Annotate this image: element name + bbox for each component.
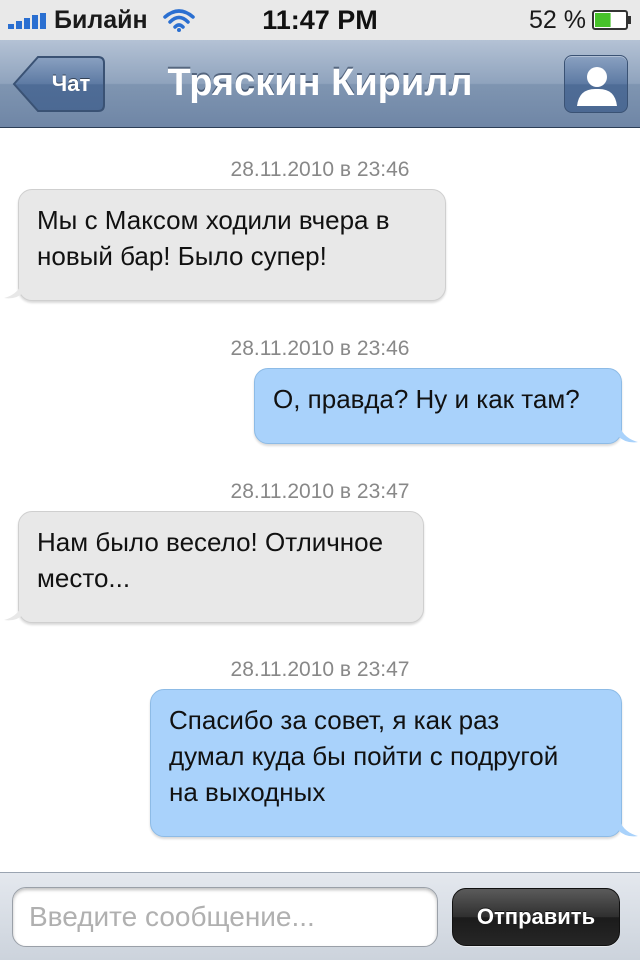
person-icon	[577, 67, 617, 106]
navigation-bar: Чат Тряскин Кирилл	[0, 40, 640, 128]
message-timestamp: 28.11.2010 в 23:46	[230, 337, 410, 360]
battery-icon	[592, 10, 631, 30]
back-button[interactable]: Чат	[12, 55, 106, 113]
message-timestamp: 28.11.2010 в 23:46	[230, 158, 410, 181]
message-line: думал куда бы пойти с подругой	[169, 741, 559, 771]
outgoing-message[interactable]: О, правда? Ну и как там?	[254, 368, 622, 444]
message-timestamp: 28.11.2010 в 23:47	[230, 480, 410, 503]
bubble-tail-icon	[4, 600, 24, 621]
send-button[interactable]: Отправить	[452, 888, 620, 946]
status-bar: Билайн 11:47 PM 52 %	[0, 0, 640, 40]
message-compose-bar: Отправить	[0, 872, 640, 960]
back-button-label: Чат	[51, 71, 91, 96]
outgoing-message[interactable]: Спасибо за совет, я как раз думал куда б…	[150, 689, 622, 837]
message-line: Спасибо за совет, я как раз	[169, 705, 500, 735]
message-line: О, правда? Ну и как там?	[273, 384, 580, 414]
message-input[interactable]	[12, 887, 438, 947]
bubble-tail-icon	[618, 422, 638, 443]
bubble-tail-icon	[4, 278, 24, 299]
contact-button[interactable]	[564, 55, 628, 113]
message-line: на выходных	[169, 777, 326, 807]
conversation[interactable]: 28.11.2010 в 23:46 Мы с Максом ходили вч…	[0, 128, 640, 872]
message-timestamp: 28.11.2010 в 23:47	[230, 658, 410, 681]
page-title: Тряскин Кирилл	[167, 62, 473, 104]
incoming-message[interactable]: Мы с Максом ходили вчера в новый бар! Бы…	[18, 189, 446, 301]
message-line: новый бар! Было супер!	[37, 241, 327, 271]
incoming-message[interactable]: Нам было весело! Отличное место...	[18, 511, 424, 623]
message-line: место...	[37, 563, 131, 593]
bubble-tail-icon	[618, 816, 638, 837]
battery-percent: 52 %	[529, 6, 586, 34]
message-line: Нам было весело! Отличное	[37, 527, 384, 557]
message-line: Мы с Максом ходили вчера в	[37, 205, 390, 235]
